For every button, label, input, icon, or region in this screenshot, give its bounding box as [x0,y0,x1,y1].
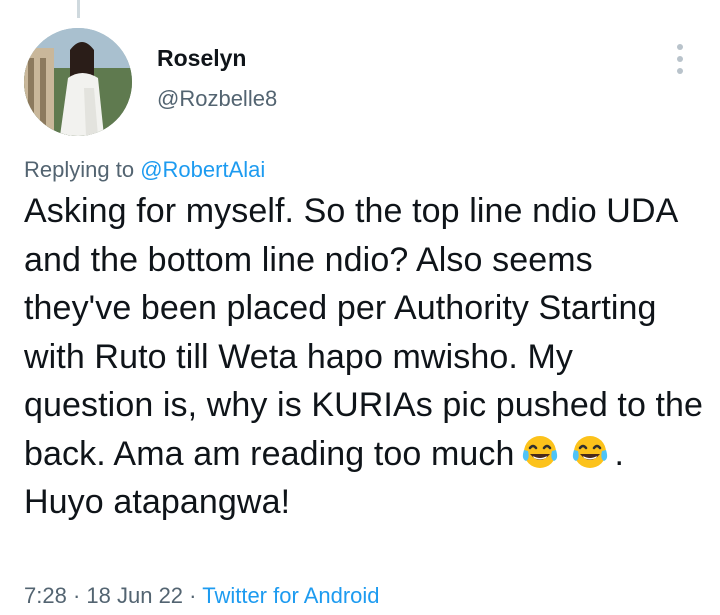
meta-separator: · [72,583,81,608]
tweet-meta: 7:28 · 18 Jun 22 · Twitter for Android [24,583,380,609]
tweet-source-link[interactable]: Twitter for Android [202,583,379,608]
face-with-tears-of-joy-icon [521,433,559,471]
face-with-tears-of-joy-icon [571,433,609,471]
tweet-text-main: Asking for myself. So the top line ndio … [24,192,704,473]
reply-target-link[interactable]: @RobertAlai [140,157,265,182]
author-handle[interactable]: @Rozbelle8 [157,86,277,112]
more-dot [677,68,683,74]
reply-context: Replying to @RobertAlai [24,157,265,183]
tweet-text: Asking for myself. So the top line ndio … [24,187,704,527]
more-dot [677,44,683,50]
tweet-time[interactable]: 7:28 [24,583,67,608]
tweet-date[interactable]: 18 Jun 22 [86,583,183,608]
avatar-photo [24,28,132,136]
meta-separator: · [189,583,197,608]
avatar[interactable] [24,28,132,136]
more-dot [677,56,683,62]
more-options-icon[interactable] [668,42,692,76]
author-display-name[interactable]: Roselyn [157,45,246,72]
reply-prefix: Replying to [24,157,135,182]
thread-connector-line [77,0,80,18]
